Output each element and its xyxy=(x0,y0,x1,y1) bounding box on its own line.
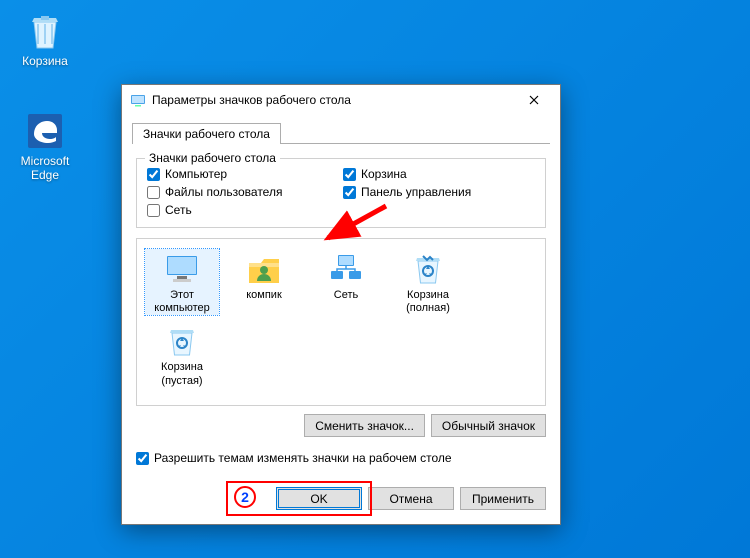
checkbox-network[interactable]: Сеть xyxy=(147,203,317,217)
icon-item-this-pc[interactable]: Этот компьютер xyxy=(145,249,219,315)
tab-strip: Значки рабочего стола xyxy=(132,119,550,143)
checkbox-computer[interactable]: Компьютер xyxy=(147,167,317,181)
desktop-icon-edge[interactable]: Microsoft Edge xyxy=(10,110,80,183)
cancel-button[interactable]: Отмена xyxy=(368,487,454,510)
groupbox-legend: Значки рабочего стола xyxy=(145,151,280,165)
ok-button[interactable]: OK xyxy=(276,487,362,510)
tab-desktop-icons[interactable]: Значки рабочего стола xyxy=(132,123,281,144)
close-button[interactable] xyxy=(514,87,554,113)
network-icon xyxy=(328,251,364,287)
default-icon-button[interactable]: Обычный значок xyxy=(431,414,546,437)
user-folder-icon xyxy=(246,251,282,287)
icon-item-label: Этот компьютер xyxy=(145,289,219,315)
icon-item-network[interactable]: Сеть xyxy=(309,249,383,315)
icon-item-label: Корзина (полная) xyxy=(391,289,465,315)
desktop-icon-label: Microsoft Edge xyxy=(10,154,80,183)
desktop-icon-recycle-bin[interactable]: Корзина xyxy=(10,10,80,68)
close-icon xyxy=(529,95,539,105)
dialog-title: Параметры значков рабочего стола xyxy=(152,93,514,107)
checkbox-input[interactable] xyxy=(136,452,149,465)
desktop-icon-label: Корзина xyxy=(10,54,80,68)
checkbox-recyclebin[interactable]: Корзина xyxy=(343,167,513,181)
icon-item-userfolder[interactable]: компик xyxy=(227,249,301,315)
icon-item-bin-full[interactable]: Корзина (полная) xyxy=(391,249,465,315)
checkbox-input[interactable] xyxy=(147,168,160,181)
checkbox-controlpanel[interactable]: Панель управления xyxy=(343,185,513,199)
icon-item-bin-empty[interactable]: Корзина (пустая) xyxy=(145,321,219,387)
checkbox-input[interactable] xyxy=(147,204,160,217)
titlebar[interactable]: Параметры значков рабочего стола xyxy=(122,85,560,115)
checkbox-allow-themes[interactable]: Разрешить темам изменять значки на рабоч… xyxy=(136,451,546,465)
edge-icon xyxy=(24,110,66,152)
icon-preview-list[interactable]: Этот компьютер компик Сеть Корзина (полн… xyxy=(136,238,546,406)
desktop-icon-settings-dialog: Параметры значков рабочего стола Значки … xyxy=(121,84,561,525)
checkbox-input[interactable] xyxy=(343,168,356,181)
recycle-bin-full-icon xyxy=(410,251,446,287)
apply-button[interactable]: Применить xyxy=(460,487,546,510)
recycle-bin-icon xyxy=(24,10,66,52)
monitor-icon xyxy=(164,251,200,287)
checkbox-input[interactable] xyxy=(147,186,160,199)
checkbox-input[interactable] xyxy=(343,186,356,199)
icon-item-label: компик xyxy=(227,289,301,302)
change-icon-button[interactable]: Сменить значок... xyxy=(304,414,425,437)
groupbox-desktop-icons: Значки рабочего стола Компьютер Файлы по… xyxy=(136,158,546,228)
icon-item-label: Корзина (пустая) xyxy=(145,361,219,387)
dialog-icon xyxy=(130,92,146,108)
recycle-bin-empty-icon xyxy=(164,323,200,359)
checkbox-userfiles[interactable]: Файлы пользователя xyxy=(147,185,317,199)
icon-item-label: Сеть xyxy=(309,289,383,302)
